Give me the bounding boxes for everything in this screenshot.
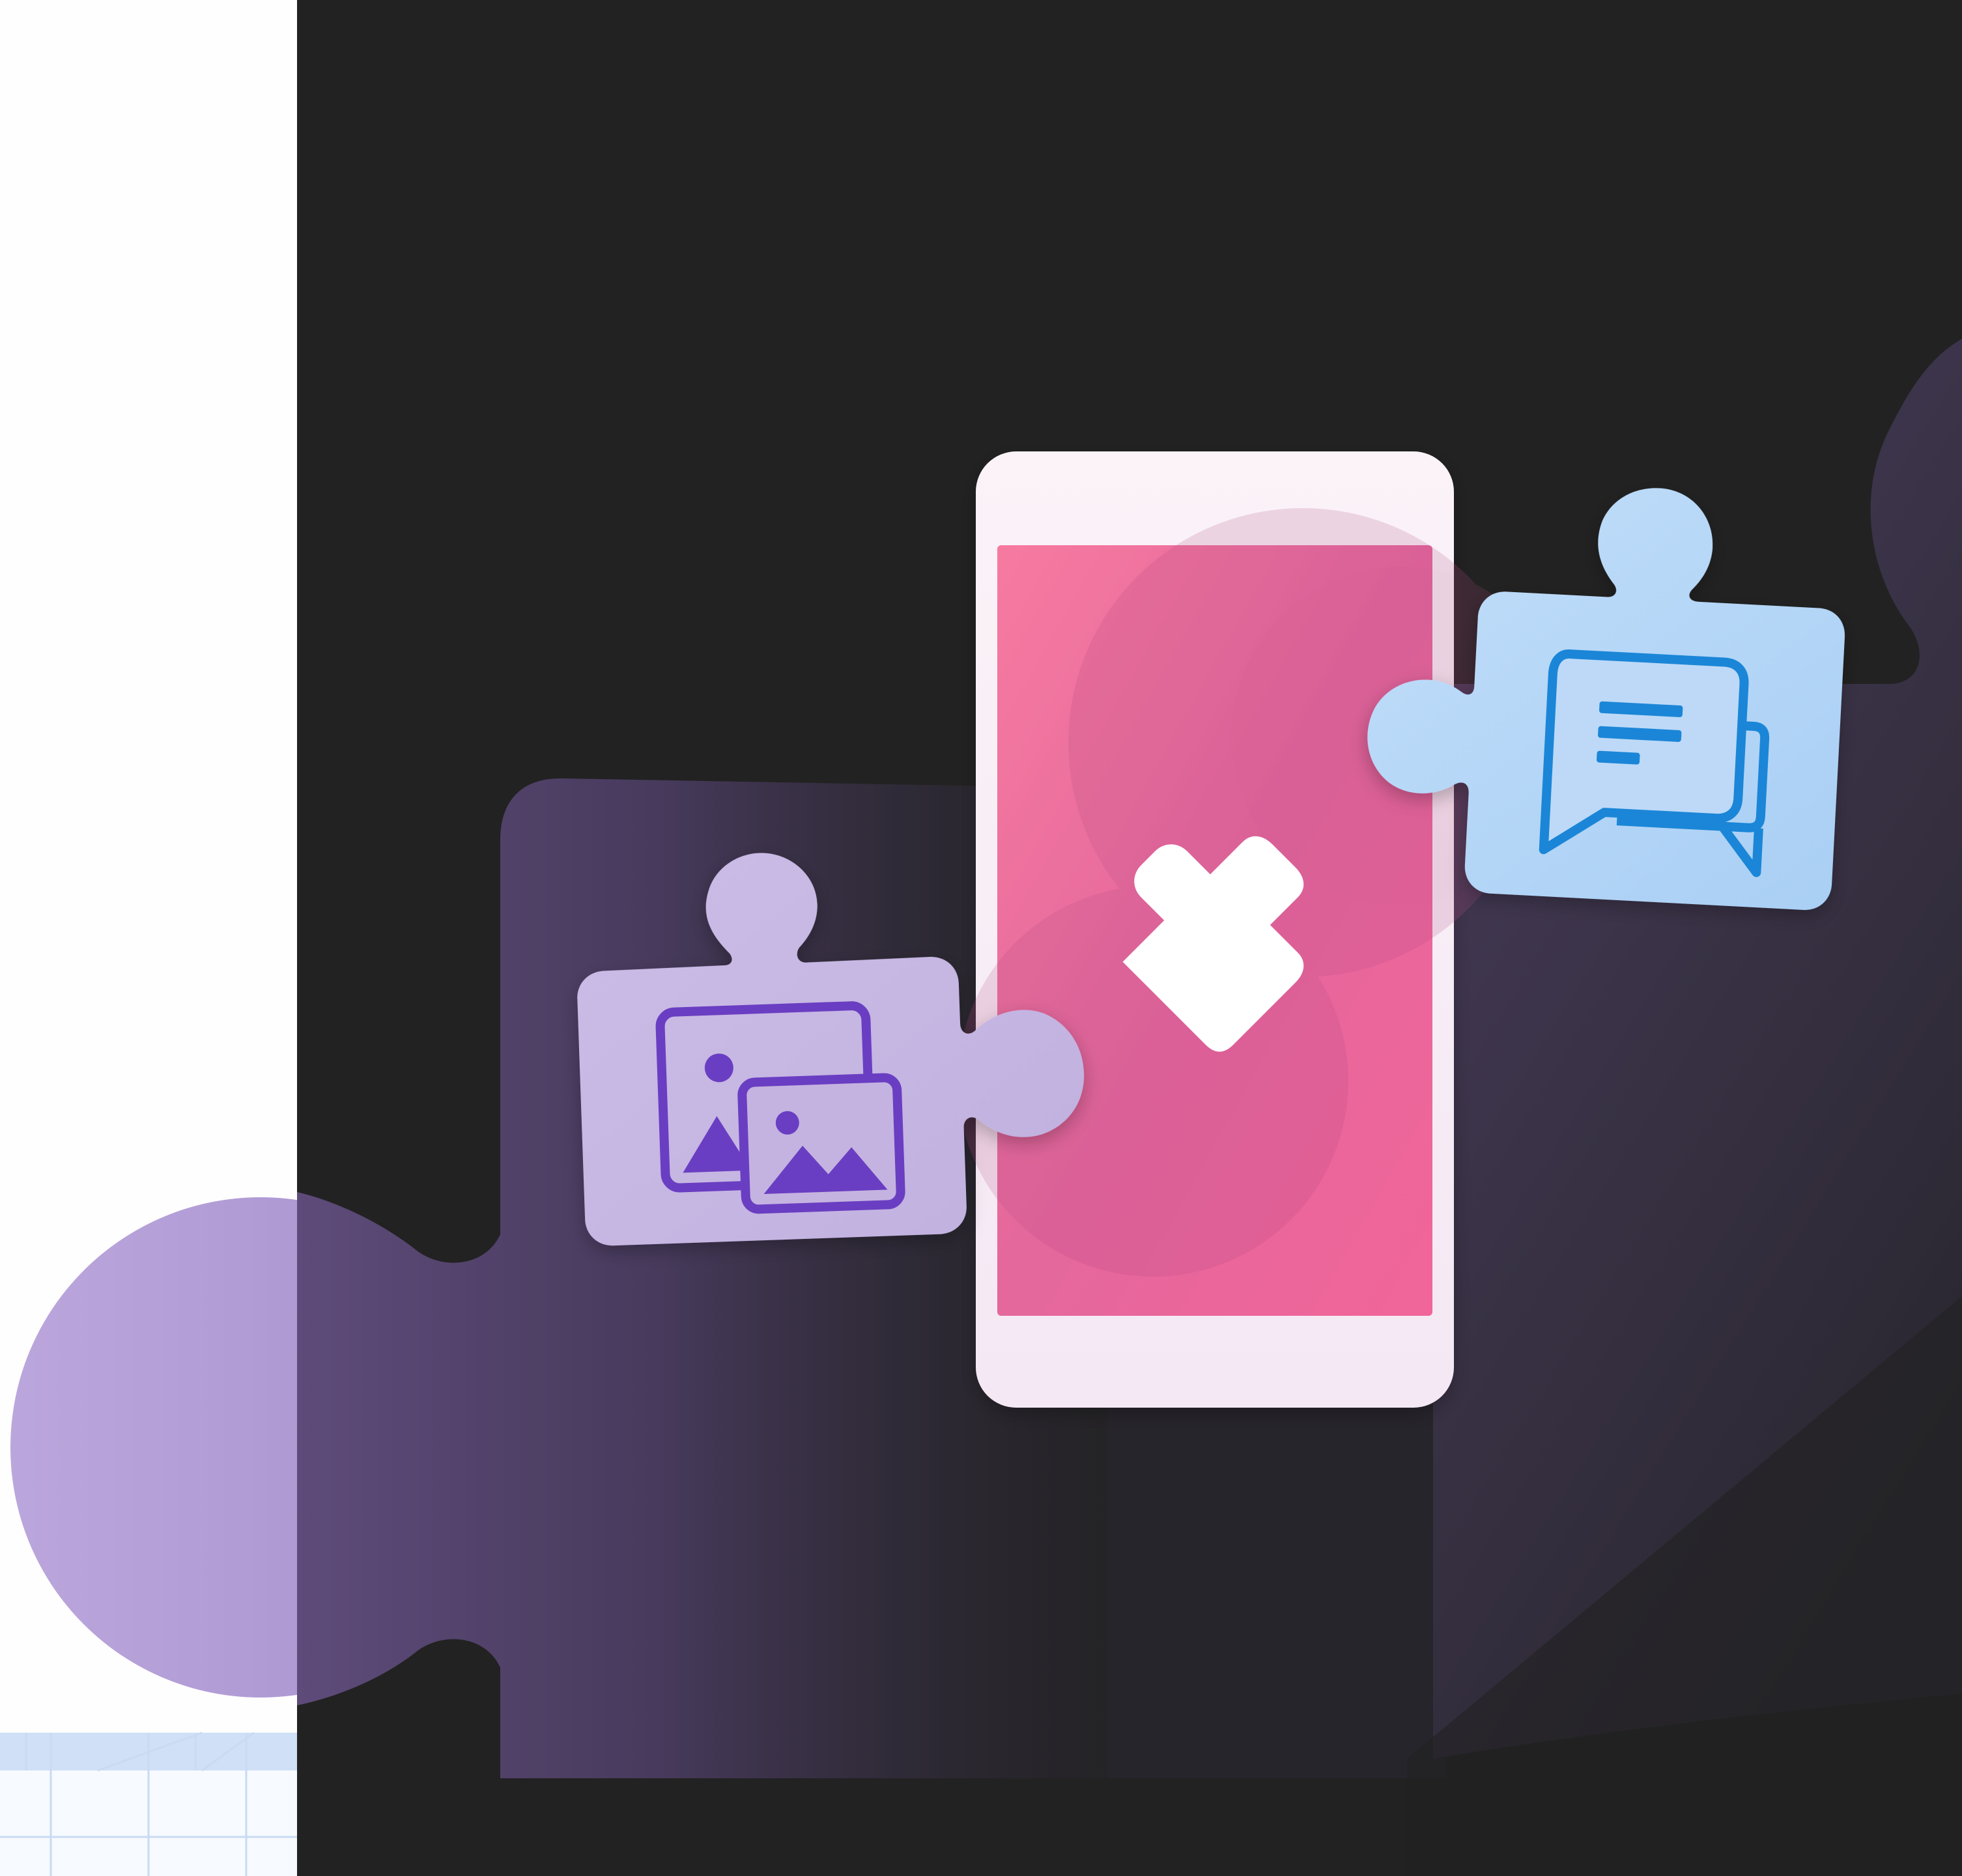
illustration-canvas: [0, 0, 1962, 1876]
blueprint-grid-strip: [0, 1731, 297, 1876]
illustration-stage: [0, 0, 1962, 1876]
